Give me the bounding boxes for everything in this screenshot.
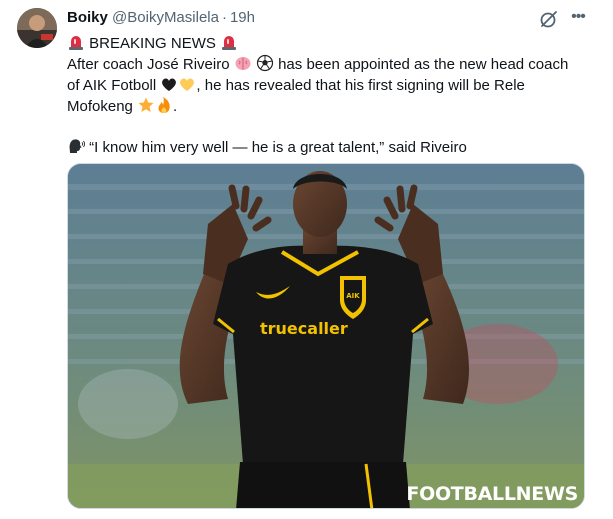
tweet-timestamp[interactable]: 19h bbox=[230, 9, 255, 26]
more-icon[interactable]: ••• bbox=[567, 6, 589, 28]
grok-icon[interactable] bbox=[539, 9, 559, 29]
jersey-sponsor-text: truecaller bbox=[260, 319, 348, 338]
avatar-image bbox=[17, 8, 57, 48]
author-handle[interactable]: @BoikyMasilela bbox=[112, 9, 219, 26]
text-line-3: of AIK Fotboll , he has revealed that hi… bbox=[67, 75, 592, 96]
watermark-text: FOOTBALLNEWS bbox=[406, 483, 578, 505]
breaking-news-text: BREAKING NEWS bbox=[89, 35, 216, 52]
fire-emoji bbox=[158, 97, 170, 113]
text-line-4: Mofokeng . bbox=[67, 96, 592, 117]
quote-text: “I know him very well — he is a great ta… bbox=[89, 139, 467, 156]
text-line-2: After coach José Riveiro has been appoin… bbox=[67, 54, 592, 75]
siren-emoji bbox=[222, 36, 237, 50]
yellow-heart-emoji bbox=[180, 78, 195, 91]
text-segment: of AIK Fotboll bbox=[67, 77, 157, 94]
tweet[interactable]: Boiky @BoikyMasilela · 19h ••• BREAKING NE… bbox=[0, 0, 613, 519]
soccer-ball-emoji bbox=[256, 54, 274, 72]
tweet-text: BREAKING NEWS After coach José Riveiro h… bbox=[67, 33, 592, 158]
svg-text:AIK: AIK bbox=[346, 292, 360, 300]
text-segment: , he has revealed that his first signing… bbox=[196, 77, 525, 94]
siren-emoji bbox=[69, 36, 83, 50]
speaking-head-emoji bbox=[69, 139, 85, 153]
text-line-quote: “I know him very well — he is a great ta… bbox=[67, 137, 592, 158]
text-line-1: BREAKING NEWS bbox=[67, 33, 592, 54]
author-name[interactable]: Boiky bbox=[67, 9, 108, 26]
text-segment: Mofokeng bbox=[67, 98, 133, 115]
tweet-media-image[interactable]: AIK truecaller FOOTBALLNEWS bbox=[67, 163, 585, 509]
tweet-header: Boiky @BoikyMasilela · 19h bbox=[67, 9, 255, 27]
brain-emoji bbox=[235, 57, 251, 70]
black-heart-emoji bbox=[162, 78, 177, 91]
text-segment: . bbox=[173, 98, 178, 115]
star-emoji bbox=[138, 97, 154, 112]
separator-dot: · bbox=[221, 9, 227, 26]
text-segment: has been appointed as the new head coach bbox=[278, 56, 569, 73]
avatar[interactable] bbox=[17, 8, 57, 48]
text-segment: After coach José Riveiro bbox=[67, 56, 230, 73]
